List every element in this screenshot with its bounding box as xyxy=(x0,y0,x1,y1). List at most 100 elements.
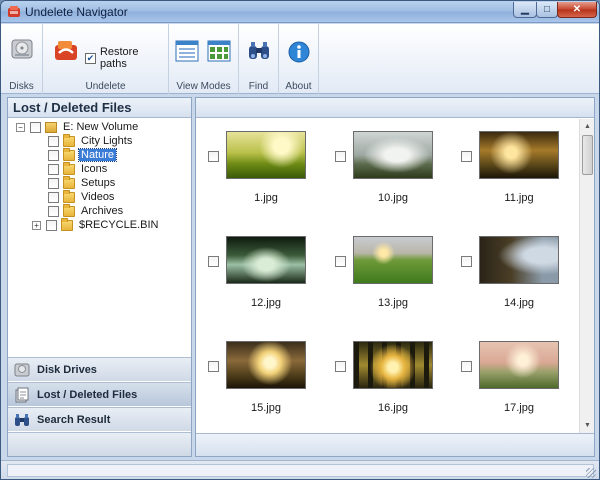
restore-paths-toggle[interactable]: ✔ Restore paths xyxy=(85,46,168,70)
file-name: 10.jpg xyxy=(378,192,408,204)
tree-node-label: Setups xyxy=(81,177,116,189)
undelete-button[interactable] xyxy=(53,38,79,64)
status-bar xyxy=(1,460,599,479)
resize-grip-icon[interactable] xyxy=(586,468,596,478)
maximize-icon: □ xyxy=(543,4,551,15)
file-checkbox[interactable] xyxy=(335,361,346,372)
file-checkbox[interactable] xyxy=(335,256,346,267)
file-checkbox[interactable] xyxy=(335,151,346,162)
file-thumbnail[interactable]: 1.jpg xyxy=(196,119,316,219)
list-view-button[interactable] xyxy=(175,40,201,66)
file-thumbnail[interactable]: 15.jpg xyxy=(196,329,316,429)
tree-node-archives[interactable]: Archives xyxy=(48,203,125,218)
close-icon: ✕ xyxy=(572,4,582,15)
file-name: 11.jpg xyxy=(504,192,534,204)
thumbnail-view-button[interactable] xyxy=(207,40,233,66)
tree-checkbox[interactable] xyxy=(46,219,57,231)
tree-node-label: Videos xyxy=(81,191,115,203)
file-view-header xyxy=(196,98,594,118)
file-thumbnail[interactable]: 17.jpg xyxy=(449,329,569,429)
thumbnail-image xyxy=(226,131,306,179)
file-thumbnail[interactable]: 13.jpg xyxy=(323,224,443,324)
collapse-icon[interactable]: − xyxy=(16,122,25,132)
tree-checkbox[interactable] xyxy=(30,121,41,133)
ribbon-group-label: Find xyxy=(248,81,269,92)
folder-icon xyxy=(63,161,75,175)
file-checkbox[interactable] xyxy=(461,256,472,267)
binoculars-icon xyxy=(249,42,269,59)
disks-button[interactable] xyxy=(9,36,35,62)
ribbon-group-label: Disks xyxy=(9,81,34,92)
tree-node-videos[interactable]: Videos xyxy=(48,189,116,204)
app-logo-icon xyxy=(8,6,20,17)
scroll-up-icon[interactable]: ▲ xyxy=(580,119,595,134)
thumbnail-image xyxy=(226,236,306,284)
file-checkbox[interactable] xyxy=(208,256,219,267)
tree-node-city-lights[interactable]: City Lights xyxy=(48,133,134,148)
tree-node-recycle-bin[interactable]: + $RECYCLE.BIN xyxy=(32,217,160,232)
nav-label: Disk Drives xyxy=(37,363,97,376)
ribbon-toolbar: Disks ✔ Restore paths Undelete View Mode… xyxy=(1,24,599,94)
tree-node-icons[interactable]: Icons xyxy=(48,161,109,176)
vertical-scrollbar[interactable]: ▲ ▼ xyxy=(579,119,594,433)
maximize-button[interactable]: □ xyxy=(536,2,558,18)
nav-search-result[interactable]: Search Result xyxy=(8,407,191,431)
drive-icon xyxy=(45,121,57,133)
file-view-panel: 1.jpg 10.jpg 11.jpg 12.jpg 13.jpg 14.jpg… xyxy=(195,97,595,457)
tree-node-nature[interactable]: Nature xyxy=(48,147,118,162)
thumbnail-image xyxy=(479,131,559,179)
tree-checkbox[interactable] xyxy=(48,177,59,189)
details-view-icon xyxy=(175,40,199,62)
folder-icon xyxy=(63,203,75,217)
folder-icon xyxy=(61,217,73,231)
about-button[interactable] xyxy=(287,40,313,66)
thumbnail-image xyxy=(226,341,306,389)
tree-checkbox[interactable] xyxy=(48,149,59,161)
file-thumbnail[interactable]: 16.jpg xyxy=(323,329,443,429)
file-checkbox[interactable] xyxy=(461,361,472,372)
file-thumbnail[interactable]: 11.jpg xyxy=(449,119,569,219)
tree-checkbox[interactable] xyxy=(48,205,59,217)
restore-paths-checkbox[interactable]: ✔ xyxy=(85,52,96,64)
thumbnails-view-icon xyxy=(207,40,231,62)
file-name: 1.jpg xyxy=(254,192,278,204)
tree-node-setups[interactable]: Setups xyxy=(48,175,117,190)
ribbon-group-about: About xyxy=(279,24,319,94)
nav-label: Search Result xyxy=(37,413,111,426)
thumbnail-image xyxy=(353,341,433,389)
file-checkbox[interactable] xyxy=(461,151,472,162)
thumbnail-image xyxy=(479,341,559,389)
minimize-icon: ▁ xyxy=(521,4,529,15)
close-button[interactable]: ✕ xyxy=(557,2,597,18)
tree-node-root[interactable]: − E: New Volume xyxy=(16,120,140,134)
find-button[interactable] xyxy=(247,40,273,66)
ribbon-group-disks: Disks xyxy=(1,24,43,94)
tree-checkbox[interactable] xyxy=(48,191,59,203)
file-checkbox[interactable] xyxy=(208,361,219,372)
deleted-files-icon xyxy=(15,387,29,402)
expand-icon[interactable]: + xyxy=(32,220,41,230)
tree-node-label: E: New Volume xyxy=(63,121,139,133)
minimize-button[interactable]: ▁ xyxy=(513,2,537,18)
tree-checkbox[interactable] xyxy=(48,163,59,175)
hard-disk-icon xyxy=(11,39,33,59)
scroll-down-icon[interactable]: ▼ xyxy=(580,418,595,433)
folder-icon xyxy=(63,189,75,203)
file-name: 13.jpg xyxy=(378,297,408,309)
file-view-footer xyxy=(196,433,594,456)
file-name: 14.jpg xyxy=(504,297,534,309)
file-thumbnail[interactable]: 10.jpg xyxy=(323,119,443,219)
nav-lost-deleted-files[interactable]: Lost / Deleted Files xyxy=(8,382,191,406)
tree-node-label: City Lights xyxy=(81,135,133,147)
undelete-icon xyxy=(55,41,77,60)
tree-checkbox[interactable] xyxy=(48,135,59,147)
ribbon-group-view-modes: View Modes xyxy=(169,24,239,94)
file-name: 15.jpg xyxy=(251,402,281,414)
folder-tree: − E: New Volume City Lights Nature Icons xyxy=(8,118,191,356)
nav-filler xyxy=(8,432,191,456)
file-thumbnail[interactable]: 12.jpg xyxy=(196,224,316,324)
nav-disk-drives[interactable]: Disk Drives xyxy=(8,357,191,381)
scrollbar-thumb[interactable] xyxy=(582,135,593,175)
file-checkbox[interactable] xyxy=(208,151,219,162)
file-thumbnail[interactable]: 14.jpg xyxy=(449,224,569,324)
